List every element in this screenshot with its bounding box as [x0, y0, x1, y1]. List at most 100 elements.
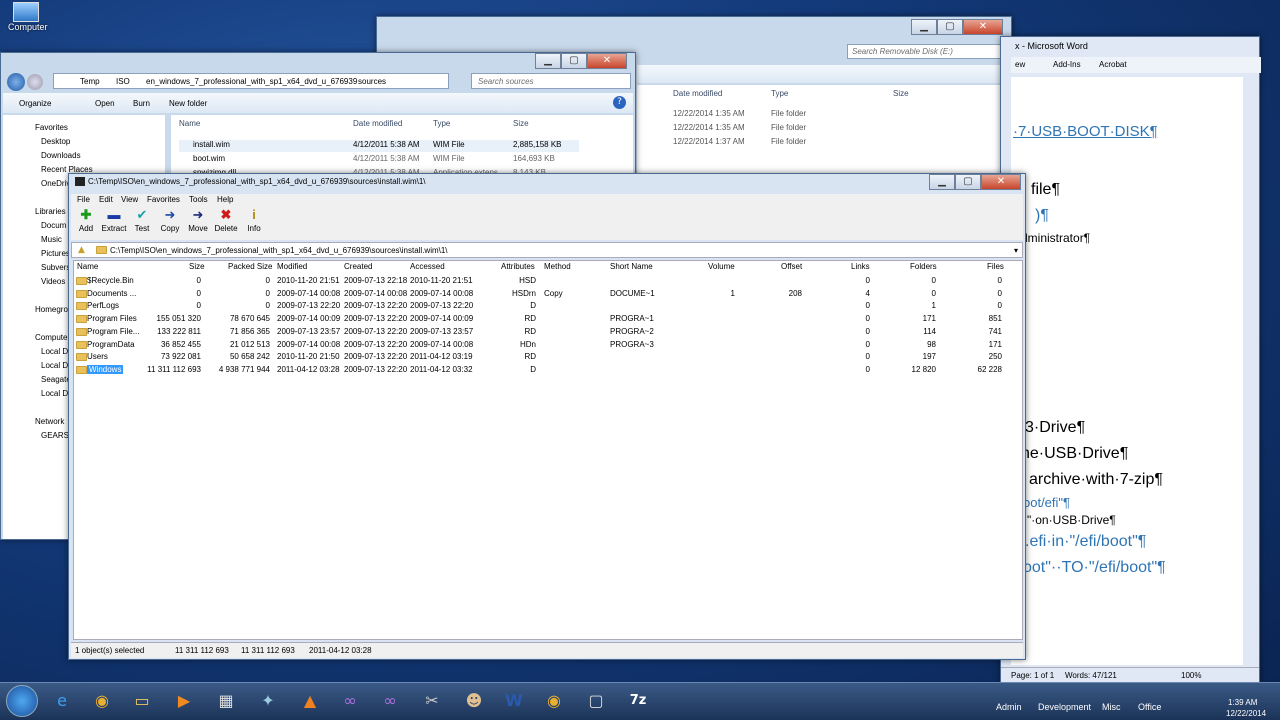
menu-favorites[interactable]: Favorites	[147, 195, 180, 204]
table-row[interactable]: Windows 11 311 112 693 4 938 771 944 2011-0…	[74, 364, 1014, 377]
forward-button[interactable]	[27, 74, 43, 90]
nav-libraries[interactable]: Libraries	[35, 207, 66, 216]
nav-documents[interactable]: Docum	[41, 221, 66, 230]
network-app-icon[interactable]: ✦	[248, 682, 288, 720]
nav-favorites[interactable]: Favorites	[35, 123, 68, 132]
minimize-button[interactable]: ▁	[911, 19, 937, 35]
search-input[interactable]: Search Removable Disk (E:)	[852, 47, 953, 56]
col-modified[interactable]: Modified	[277, 262, 307, 271]
window-icon[interactable]: ▢	[576, 682, 616, 720]
menu-tools[interactable]: Tools	[189, 195, 208, 204]
chevron-down-icon[interactable]: ▾	[1014, 246, 1018, 255]
crumb-temp[interactable]: Temp	[80, 77, 100, 86]
menu-file[interactable]: File	[77, 195, 90, 204]
user-toolbar[interactable]: Admin	[996, 702, 1022, 712]
maximize-button[interactable]: ▢	[561, 53, 587, 69]
table-row[interactable]: $Recycle.Bin 0 0 2010-11-20 21:51 2009-07-13…	[74, 275, 1014, 288]
col-short-name[interactable]: Short Name	[610, 262, 653, 271]
tools-icon[interactable]: ✂	[412, 682, 452, 720]
misc-toolbar[interactable]: Misc	[1102, 702, 1121, 712]
column-name-header[interactable]: Name	[179, 119, 200, 128]
media-player-icon[interactable]: ▶	[164, 682, 204, 720]
organize-button[interactable]: Organize	[19, 99, 51, 108]
col-accessed[interactable]: Accessed	[410, 262, 445, 271]
nav-computer[interactable]: Compute	[35, 333, 67, 342]
gimp-icon[interactable]: ☻	[454, 682, 494, 720]
table-row[interactable]: Users 73 922 081 50 658 242 2010-11-20 21:5…	[74, 351, 1014, 364]
col-folders[interactable]: Folders	[910, 262, 937, 271]
nav-network[interactable]: Network	[35, 417, 64, 426]
explorer-taskbar-icon[interactable]: ▭	[122, 682, 162, 720]
table-row[interactable]: ProgramData 36 852 455 21 012 513 2009-07-1…	[74, 339, 1014, 352]
crumb-sources[interactable]: sources	[358, 77, 386, 86]
path-bar[interactable]: ▲ C:\Temp\ISO\en_windows_7_professional_…	[71, 242, 1023, 258]
info-button[interactable]: i Info	[238, 208, 270, 234]
nav-pictures[interactable]: Pictures	[41, 249, 70, 258]
crumb-iso[interactable]: ISO	[116, 77, 130, 86]
open-button[interactable]: Open	[95, 99, 115, 108]
menu-view[interactable]: View	[121, 195, 138, 204]
nav-local-disk[interactable]: Local D	[41, 347, 68, 356]
nav-seagate[interactable]: Seagate	[41, 375, 71, 384]
nav-downloads[interactable]: Downloads	[41, 151, 81, 160]
col-packed-size[interactable]: Packed Size	[228, 262, 272, 271]
nav-desktop[interactable]: Desktop	[41, 137, 70, 146]
col-links[interactable]: Links	[851, 262, 870, 271]
7zip-window[interactable]: C:\Temp\ISO\en_windows_7_professional_wi…	[68, 173, 1026, 660]
ribbon-tab-acrobat[interactable]: Acrobat	[1099, 60, 1127, 69]
nav-homegroup[interactable]: Homegro	[35, 305, 68, 314]
computer-desktop-icon[interactable]: Computer	[8, 2, 48, 32]
close-button[interactable]: ✕	[981, 174, 1021, 190]
col-created[interactable]: Created	[344, 262, 372, 271]
col-method[interactable]: Method	[544, 262, 571, 271]
column-type-header[interactable]: Type	[433, 119, 450, 128]
breadcrumb[interactable]: Temp ISO en_windows_7_professional_with_…	[53, 73, 449, 89]
up-folder-icon[interactable]: ▲	[78, 245, 85, 255]
list-item[interactable]: 12/22/2014 1:35 AM File folder	[673, 109, 806, 118]
help-icon[interactable]: ?	[613, 96, 626, 109]
archive-rows[interactable]: $Recycle.Bin 0 0 2010-11-20 21:51 2009-07-13…	[74, 275, 1014, 385]
nav-local-disk[interactable]: Local D	[41, 361, 68, 370]
nav-videos[interactable]: Videos	[41, 277, 65, 286]
column-size-header[interactable]: Size	[893, 89, 909, 98]
column-type-header[interactable]: Type	[771, 89, 788, 98]
list-item[interactable]: 12/22/2014 1:35 AM File folder	[673, 123, 806, 132]
nav-gears[interactable]: GEARS	[41, 431, 69, 440]
column-headers[interactable]: Name Size Packed Size Modified Created A…	[72, 262, 1022, 274]
col-offset[interactable]: Offset	[781, 262, 802, 271]
ribbon-tab-addins[interactable]: Add-Ins	[1053, 60, 1081, 69]
clock-time[interactable]: 1:39 AM	[1228, 698, 1257, 707]
maximize-button[interactable]: ▢	[937, 19, 963, 35]
column-date-header[interactable]: Date modified	[673, 89, 722, 98]
chrome-icon[interactable]: ◉	[82, 682, 122, 720]
search-input[interactable]: Search sources	[478, 77, 534, 86]
internet-explorer-icon[interactable]: e	[42, 682, 82, 720]
crumb-dvd[interactable]: en_windows_7_professional_with_sp1_x64_d…	[146, 77, 357, 86]
menu-help[interactable]: Help	[217, 195, 233, 204]
close-button[interactable]: ✕	[587, 53, 627, 69]
start-button[interactable]	[6, 685, 38, 717]
col-attributes[interactable]: Attributes	[501, 262, 535, 271]
table-row[interactable]: boot.wim 4/12/2011 5:38 AM WIM File 164,693…	[179, 154, 579, 166]
minimize-button[interactable]: ▁	[929, 174, 955, 190]
word-document[interactable]: ·7·USB·BOOT·DISK¶ file¶ )¶ dministrator¶…	[1011, 77, 1243, 665]
visual-studio-2-icon[interactable]: ∞	[370, 682, 410, 720]
minimize-button[interactable]: ▁	[535, 53, 561, 69]
nav-music[interactable]: Music	[41, 235, 62, 244]
col-volume[interactable]: Volume	[708, 262, 735, 271]
nav-local-disk[interactable]: Local D	[41, 389, 68, 398]
col-name[interactable]: Name	[77, 262, 98, 271]
nav-subversion[interactable]: Subvers	[41, 263, 70, 272]
col-files[interactable]: Files	[987, 262, 1004, 271]
list-item[interactable]: 12/22/2014 1:37 AM File folder	[673, 137, 806, 146]
development-toolbar[interactable]: Development	[1038, 702, 1091, 712]
column-size-header[interactable]: Size	[513, 119, 529, 128]
maximize-button[interactable]: ▢	[955, 174, 981, 190]
ribbon-tab[interactable]: ew	[1015, 60, 1025, 69]
word-icon[interactable]: W	[494, 682, 534, 720]
column-date-header[interactable]: Date modified	[353, 119, 402, 128]
table-row[interactable]: Program File... 133 222 811 71 856 365 2009…	[74, 326, 1014, 339]
visual-studio-icon[interactable]: ∞	[330, 682, 370, 720]
chrome-2-icon[interactable]: ◉	[534, 682, 574, 720]
table-row[interactable]: PerfLogs 0 0 2009-07-13 22:20 2009-07-13 22:…	[74, 300, 1014, 313]
